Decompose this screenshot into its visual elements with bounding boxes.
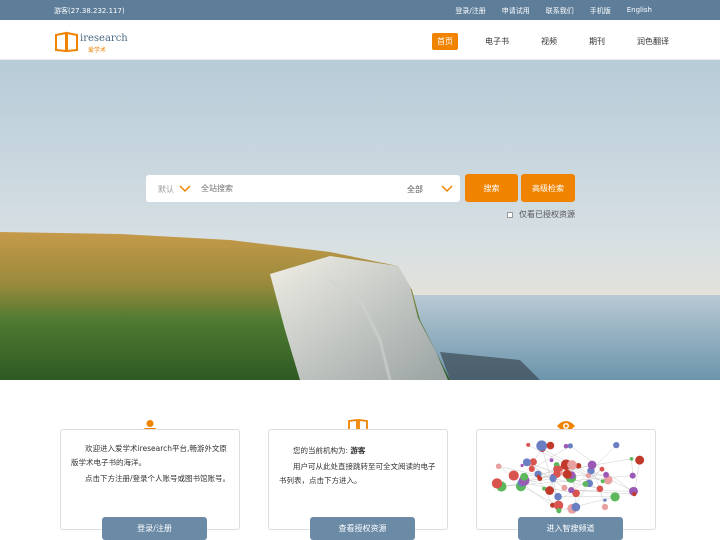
graph-node [520,463,524,468]
graph-node [568,487,575,494]
search-input[interactable] [201,176,391,201]
graph-node [561,484,568,491]
top-links: 登录/注册 申请试用 联系我们 手机版 English [455,6,652,16]
english-link[interactable]: English [627,6,652,16]
contact-us-link[interactable]: 联系我们 [546,6,574,16]
chevron-down-icon[interactable] [179,182,191,194]
institution-instruction: 用户可从此处直接跳转至可全文阅读的电子书列表，点击下方进入。 [279,462,436,485]
graph-node [585,472,591,479]
graph-node [495,463,502,470]
nav-videos[interactable]: 视频 [536,33,562,50]
main-nav: 首页 电子书 视频 期刊 润色翻译 [432,33,674,50]
search-scope-select[interactable]: 全部 [407,184,423,195]
graph-node [546,441,555,450]
logo-chinese: 爱学术 [88,47,107,54]
graph-node [553,465,561,473]
mobile-version-link[interactable]: 手机版 [590,6,611,16]
view-authorized-resources-button[interactable]: 查看授权资源 [310,517,415,540]
nav-journals[interactable]: 期刊 [584,33,610,50]
welcome-card: 欢迎进入爱学术iresearch平台,畅游外文原版学术电子书的海洋。 点击下方注… [60,429,240,530]
graph-node [520,472,529,481]
welcome-text: 欢迎进入爱学术iresearch平台,畅游外文原版学术电子书的海洋。 [71,444,227,467]
cliff-sea-landscape-image [0,60,720,380]
graph-node [582,481,589,487]
graph-node [632,491,637,497]
network-graph-image [491,440,645,514]
search-button[interactable]: 搜索 [465,174,518,202]
graph-node [526,442,531,447]
enter-smart-search-button[interactable]: 进入智搜频道 [518,517,623,540]
graph-edge [552,474,607,477]
graph-node [601,503,609,511]
institution-line: 您的当前机构为: 游客 [279,444,439,458]
graph-node [549,458,554,463]
graph-node [536,440,548,452]
graph-node [528,465,535,472]
chevron-down-icon[interactable] [441,182,453,194]
site-logo[interactable]: iresearch 爱学术 [54,30,128,54]
only-authorized-label: 仅看已授权资源 [519,210,575,219]
graph-node [491,478,503,489]
welcome-instruction: 点击下方注册/登录个人账号或图书馆账号。 [85,474,231,483]
graph-node [613,441,620,449]
graph-node [596,485,604,493]
graph-node [571,502,581,512]
nav-home[interactable]: 首页 [432,33,458,50]
nav-ebooks[interactable]: 电子书 [480,33,514,50]
graph-node [554,492,562,501]
graph-node [567,460,577,470]
book-logo-icon [55,31,78,53]
graph-node [522,458,531,467]
logo-wordmark: iresearch [80,33,128,44]
advanced-search-button[interactable]: 高级检索 [521,174,575,202]
graph-node [536,474,540,479]
header: iresearch 爱学术 首页 电子书 视频 期刊 润色翻译 [0,20,720,60]
checkbox[interactable] [507,211,513,218]
graph-node [599,466,605,472]
only-authorized-toggle[interactable]: 仅看已授权资源 [507,209,575,220]
login-register-button[interactable]: 登录/注册 [102,517,207,540]
graph-node [508,470,519,481]
institution-card: 您的当前机构为: 游客 用户可从此处直接跳转至可全文阅读的电子书列表，点击下方进… [268,429,448,530]
graph-node [545,486,555,495]
search-mode-select[interactable]: 默认 [158,184,174,195]
graph-node [629,472,636,479]
graph-node [567,443,573,449]
institution-prefix: 您的当前机构为: [293,446,351,455]
graph-node [603,471,609,478]
smart-search-card [476,429,656,530]
nav-polish-translate[interactable]: 润色翻译 [632,33,674,50]
graph-node [635,455,645,465]
apply-trial-link[interactable]: 申请试用 [502,6,530,16]
graph-node [563,443,569,449]
top-bar: 游客(27.38.232.117) 登录/注册 申请试用 联系我们 手机版 En… [0,0,720,20]
graph-node [629,456,634,461]
hero-banner [0,60,720,380]
graph-node [600,479,605,484]
search-box: 默认 全部 [146,175,460,202]
graph-node [587,460,597,470]
graph-node [556,508,562,514]
login-register-link[interactable]: 登录/注册 [455,6,485,16]
graph-node [610,492,620,502]
graph-node [549,474,557,483]
graph-node [562,469,572,479]
institution-name: 游客 [350,446,366,455]
graph-node [603,498,607,502]
guest-ip-label: 游客(27.38.232.117) [54,7,125,15]
